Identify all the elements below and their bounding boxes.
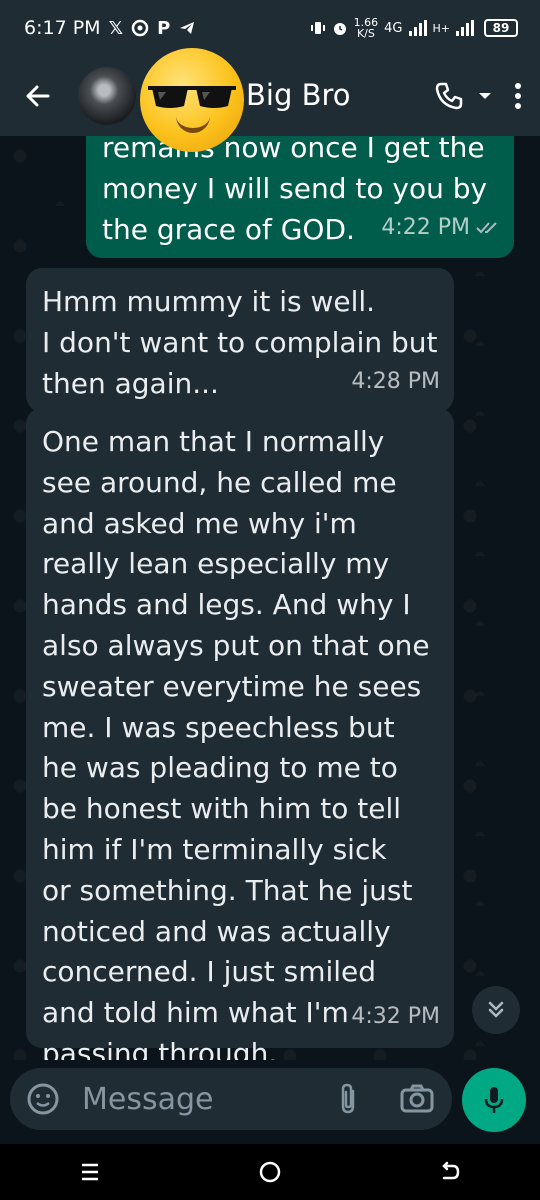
message-bubble-incoming[interactable]: Hmm mummy it is well. I don't want to co… <box>26 268 454 413</box>
message-input[interactable] <box>80 1080 324 1118</box>
system-back-icon[interactable] <box>439 1161 461 1183</box>
chat-area[interactable]: remains now once I get the money I will … <box>0 136 540 1060</box>
back-button[interactable] <box>0 56 76 136</box>
net-speed: 1.66 K/S <box>354 17 379 39</box>
message-meta: 4:32 PM <box>351 997 440 1038</box>
double-chevron-down-icon <box>488 1001 504 1018</box>
status-bar-right: 1.66 K/S 4G H+ 89 <box>310 17 518 39</box>
vibrate-icon <box>310 22 325 34</box>
message-text: One man that I normally see around, he c… <box>42 425 430 1060</box>
status-bar: 6:17 PM 𝕏 P 1.66 K/S 4G H+ 89 <box>0 0 540 56</box>
message-bubble-incoming[interactable]: One man that I normally see around, he c… <box>26 408 454 1060</box>
sunglasses-icon <box>148 86 236 108</box>
microphone-icon <box>484 1087 504 1113</box>
voice-message-button[interactable] <box>462 1068 526 1132</box>
scroll-to-bottom-button[interactable] <box>472 986 520 1034</box>
read-ticks-icon <box>476 222 497 234</box>
message-time: 4:28 PM <box>351 368 440 394</box>
arrow-left-icon <box>26 85 50 107</box>
phone-icon <box>435 82 463 110</box>
network-type-2: H+ <box>432 21 451 35</box>
call-button[interactable] <box>434 81 492 111</box>
contact-name[interactable]: Big Bro <box>246 78 351 112</box>
x-icon: 𝕏 <box>108 17 124 39</box>
system-navigation-bar <box>0 1144 540 1200</box>
sunglasses-emoji <box>140 48 244 152</box>
caret-down-icon <box>479 93 491 99</box>
battery-icon: 89 <box>484 19 518 37</box>
emoji-smile <box>176 114 210 133</box>
sticker-icon[interactable] <box>26 1082 60 1116</box>
home-icon[interactable] <box>258 1160 282 1184</box>
message-time: 4:32 PM <box>351 1004 440 1030</box>
contact-avatar[interactable] <box>78 67 136 125</box>
camera-icon[interactable] <box>400 1082 434 1114</box>
status-bar-left: 6:17 PM 𝕏 P <box>24 17 196 39</box>
more-options-icon[interactable] <box>514 82 522 110</box>
header-actions <box>434 56 522 136</box>
net-speed-unit: K/S <box>356 27 375 40</box>
paperclip-icon[interactable] <box>336 1082 360 1116</box>
network-type-2-box: H+ <box>433 23 451 34</box>
message-meta: 4:28 PM <box>351 362 440 403</box>
network-type: 4G <box>384 20 403 36</box>
composer <box>0 1060 540 1144</box>
paypal-icon: P <box>157 17 171 39</box>
recent-apps-icon[interactable] <box>79 1161 101 1183</box>
alarm-icon <box>333 23 346 35</box>
message-meta: 4:22 PM <box>381 208 500 249</box>
status-time: 6:17 PM <box>24 17 101 39</box>
message-input-container <box>10 1068 452 1130</box>
signal-icon <box>408 20 427 36</box>
threads-icon <box>131 19 149 37</box>
signal-icon-2 <box>456 20 474 36</box>
message-bubble-outgoing[interactable]: remains now once I get the money I will … <box>86 136 514 259</box>
message-time: 4:22 PM <box>381 214 470 240</box>
telegram-icon <box>180 22 195 34</box>
